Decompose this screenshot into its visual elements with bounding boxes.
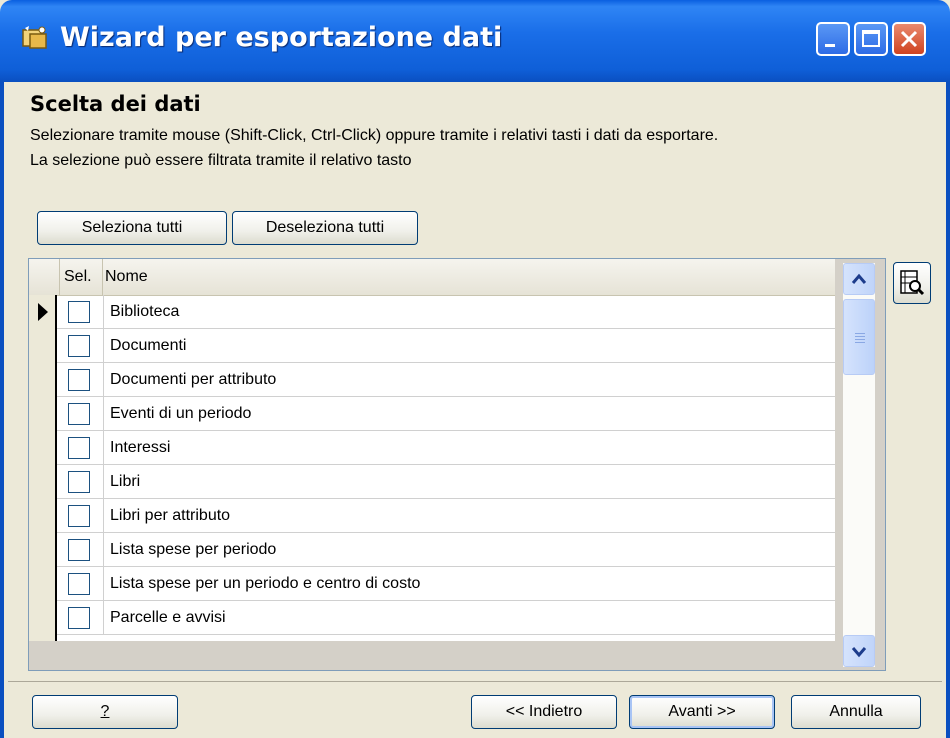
table-row[interactable]: Libri per attributo [57,499,835,533]
chevron-up-icon [851,273,867,284]
row-name: Eventi di un periodo [110,405,252,422]
window-border-right [946,82,950,738]
deselect-all-button[interactable]: Deseleziona tutti [232,211,418,245]
table-row[interactable]: Lista spese per periodo [57,533,835,567]
row-checkbox[interactable] [68,301,90,323]
maximize-button[interactable] [854,22,888,56]
row-name: Interessi [110,439,171,456]
grid-body: Sel. Nome Biblioteca Documenti Documenti p… [29,259,835,641]
cell-divider [103,533,104,567]
scroll-up-button[interactable] [843,263,875,295]
data-grid[interactable]: Sel. Nome Biblioteca Documenti Documenti p… [28,258,886,671]
table-row[interactable]: Documenti [57,329,835,363]
row-name: Documenti [110,337,187,354]
cell-divider [103,397,104,431]
help-button[interactable]: ? [32,695,178,729]
footer-divider [8,681,942,682]
row-checkbox[interactable] [68,573,90,595]
wizard-icon [22,26,47,49]
description-line-2: La selezione può essere filtrata tramite… [30,152,412,169]
filter-icon [900,270,925,296]
column-header-name[interactable]: Nome [105,259,148,295]
grid-header: Sel. Nome [29,259,835,296]
table-row[interactable]: Eventi di un periodo [57,397,835,431]
minimize-icon [825,44,835,47]
cell-divider [103,295,104,329]
window-border-left [0,82,4,738]
column-header-sel[interactable]: Sel. [59,259,103,295]
table-row[interactable]: Libri [57,465,835,499]
cell-divider [103,499,104,533]
table-row[interactable]: Lista spese per un periodo e centro di c… [57,567,835,601]
row-checkbox[interactable] [68,505,90,527]
window-title: Wizard per esportazione dati [60,22,503,53]
filter-button[interactable] [893,262,931,304]
maximize-icon [862,30,880,47]
page-title: Scelta dei dati [30,92,201,116]
row-name: Documenti per attributo [110,371,277,388]
cell-divider [103,465,104,499]
cell-divider [103,329,104,363]
row-name: Lista spese per un periodo e centro di c… [110,575,421,592]
close-button[interactable] [892,22,926,56]
next-button[interactable]: Avanti >> [629,695,775,729]
row-name: Lista spese per periodo [110,541,277,558]
row-checkbox[interactable] [68,607,90,629]
row-checkbox[interactable] [68,437,90,459]
row-checkbox[interactable] [68,471,90,493]
cell-divider [103,601,104,635]
table-row[interactable]: Biblioteca [57,295,835,329]
row-checkbox[interactable] [68,539,90,561]
scroll-down-button[interactable] [843,635,875,667]
current-row-indicator-icon [38,303,48,321]
row-checkbox[interactable] [68,403,90,425]
row-name: Biblioteca [110,303,180,320]
table-row[interactable]: Parcelle e avvisi [57,601,835,635]
row-indicator-column [29,295,57,641]
vertical-scrollbar[interactable] [843,263,875,667]
cell-divider [103,431,104,465]
row-checkbox[interactable] [68,335,90,357]
description-line-1: Selezionare tramite mouse (Shift-Click, … [30,127,719,144]
table-row[interactable]: Interessi [57,431,835,465]
table-row[interactable]: Documenti per attributo [57,363,835,397]
chevron-down-icon [851,647,867,658]
title-bar: Wizard per esportazione dati [0,0,950,82]
row-name: Libri per attributo [110,507,231,524]
row-checkbox[interactable] [68,369,90,391]
minimize-button[interactable] [816,22,850,56]
cancel-button[interactable]: Annulla [791,695,921,729]
cell-divider [103,567,104,601]
row-name: Libri [110,473,141,490]
close-icon [900,30,918,48]
scroll-thumb[interactable] [843,299,875,375]
select-all-button[interactable]: Seleziona tutti [37,211,227,245]
row-name: Parcelle e avvisi [110,609,226,626]
back-button[interactable]: << Indietro [471,695,617,729]
cell-divider [103,363,104,397]
